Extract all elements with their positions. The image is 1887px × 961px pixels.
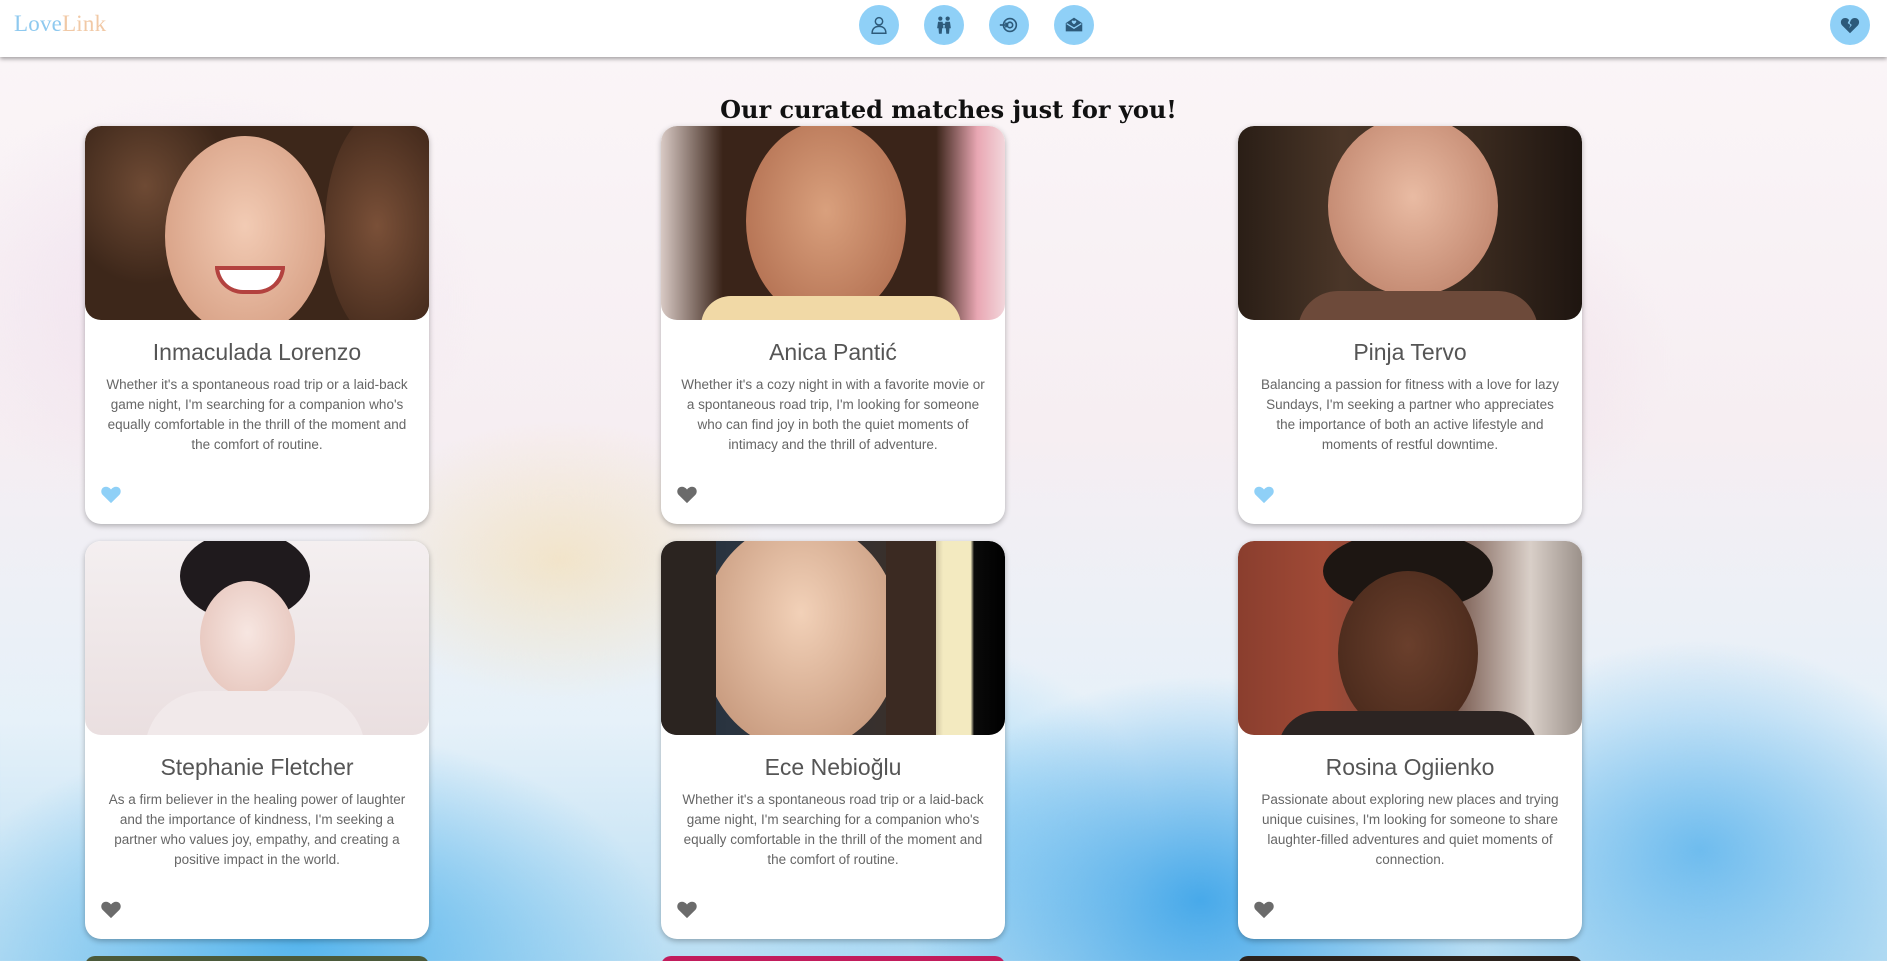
match-card-partial[interactable]	[1238, 956, 1582, 961]
profile-photo[interactable]	[1238, 541, 1582, 735]
like-button[interactable]	[676, 899, 698, 921]
like-button[interactable]	[100, 484, 122, 506]
profile-photo[interactable]	[1238, 126, 1582, 320]
match-icon	[999, 17, 1018, 33]
match-name: Pinja Tervo	[1353, 339, 1467, 365]
like-button[interactable]	[1253, 484, 1275, 506]
match-card[interactable]: Anica Pantić Whether it's a cozy night i…	[661, 126, 1005, 524]
logout-button[interactable]	[1830, 5, 1870, 45]
like-button[interactable]	[1253, 899, 1275, 921]
match-bio: Passionate about exploring new places an…	[1261, 792, 1559, 867]
logo-link-text: Link	[62, 11, 107, 36]
nav-couples-button[interactable]	[924, 5, 964, 45]
match-bio: Balancing a passion for fitness with a l…	[1261, 377, 1559, 452]
heart-icon	[677, 901, 697, 919]
profile-photo[interactable]	[85, 126, 429, 320]
like-button[interactable]	[100, 899, 122, 921]
top-navbar: LoveLink	[0, 0, 1887, 57]
match-bio: As a firm believer in the healing power …	[108, 792, 406, 867]
match-card[interactable]: Rosina Ogiienko Passionate about explori…	[1238, 541, 1582, 939]
match-bio: Whether it's a spontaneous road trip or …	[106, 377, 408, 452]
heart-icon	[1254, 901, 1274, 919]
profile-icon	[871, 16, 887, 34]
match-name: Ece Nebioğlu	[764, 754, 902, 780]
broken-heart-icon	[1840, 17, 1860, 34]
nav-match-button[interactable]	[989, 5, 1029, 45]
heart-icon	[101, 486, 121, 504]
match-card-partial[interactable]	[85, 956, 429, 961]
profile-photo[interactable]	[85, 541, 429, 735]
profile-photo[interactable]	[661, 541, 1005, 735]
match-name: Rosina Ogiienko	[1325, 754, 1495, 780]
like-button[interactable]	[676, 484, 698, 506]
match-card-partial[interactable]	[661, 956, 1005, 961]
profile-photo[interactable]	[661, 126, 1005, 320]
heart-icon	[677, 486, 697, 504]
heart-icon	[1254, 486, 1274, 504]
match-name: Anica Pantić	[769, 339, 897, 365]
match-card[interactable]: Ece Nebioğlu Whether it's a spontaneous …	[661, 541, 1005, 939]
heart-icon	[101, 901, 121, 919]
match-name: Stephanie Fletcher	[160, 754, 354, 780]
match-bio: Whether it's a cozy night in with a favo…	[681, 377, 985, 452]
match-card[interactable]: Stephanie Fletcher As a firm believer in…	[85, 541, 429, 939]
couple-icon	[937, 16, 951, 34]
nav-messages-button[interactable]	[1054, 5, 1094, 45]
page-title: Our curated matches just for you!	[720, 95, 1177, 124]
messages-icon	[1065, 17, 1083, 32]
match-card[interactable]: Pinja Tervo Balancing a passion for fitn…	[1238, 126, 1582, 524]
match-name: Inmaculada Lorenzo	[152, 339, 362, 365]
nav-profile-button[interactable]	[859, 5, 899, 45]
match-card[interactable]: Inmaculada Lorenzo Whether it's a sponta…	[85, 126, 429, 524]
app-logo[interactable]: LoveLink	[14, 11, 106, 37]
match-bio: Whether it's a spontaneous road trip or …	[682, 792, 984, 867]
logo-love-text: Love	[14, 11, 63, 36]
